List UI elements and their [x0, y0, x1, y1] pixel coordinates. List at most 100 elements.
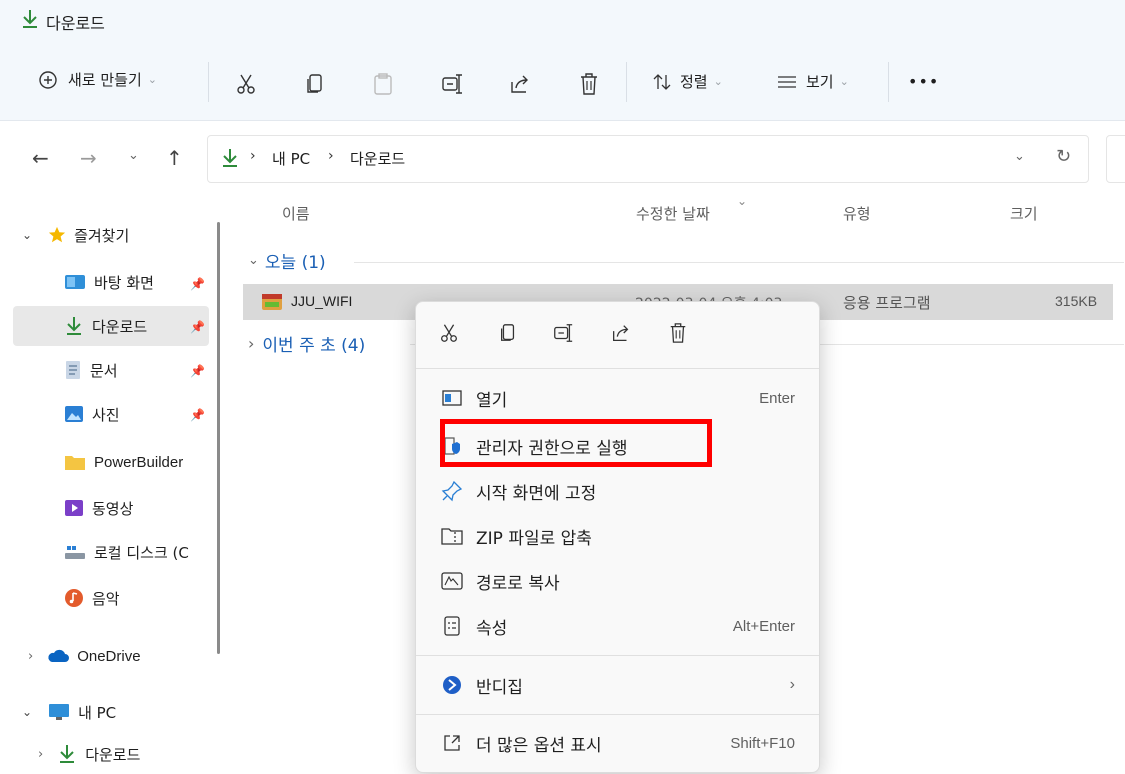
window-title: 다운로드 [46, 14, 105, 33]
cut-icon[interactable] [234, 72, 258, 96]
context-menu: 열기 Enter 관리자 권한으로 실행 시작 화면에 고정 ZIP 파일로 압… [415, 301, 820, 773]
breadcrumb-separator: › [250, 148, 256, 164]
up-arrow-icon[interactable]: ↑ [166, 146, 183, 170]
cloud-icon [47, 649, 70, 663]
view-button[interactable]: 보기 ⌄ [776, 71, 849, 92]
menu-divider [416, 714, 819, 715]
sidebar-item-music[interactable]: 음악 [64, 578, 120, 618]
copy-icon[interactable] [304, 72, 326, 96]
column-header-name[interactable]: 이름 [282, 203, 310, 224]
share-icon[interactable] [610, 322, 632, 344]
music-icon [64, 588, 84, 608]
new-button[interactable]: 새로 만들기 ⌄ [38, 69, 157, 90]
menu-item-shortcut: Shift+F10 [730, 734, 795, 752]
pin-icon[interactable]: 📌 [190, 364, 205, 378]
menu-item-show-more-options[interactable]: 더 많은 옵션 표시 Shift+F10 [416, 720, 819, 766]
address-history-chevron-icon[interactable]: ⌄ [1014, 149, 1025, 164]
document-icon [64, 360, 82, 380]
breadcrumb-item-downloads[interactable]: 다운로드 [350, 148, 405, 169]
path-icon [440, 569, 464, 593]
sidebar-item-label: 동영상 [92, 499, 134, 518]
rename-icon[interactable] [440, 72, 464, 96]
paste-icon [372, 72, 394, 96]
menu-item-label: 속성 [476, 618, 508, 639]
command-bar: 새로 만들기 ⌄ 정렬 ⌄ 보기 ⌄ ••• [0, 44, 1125, 121]
forward-arrow-icon[interactable]: → [80, 146, 97, 170]
cut-icon[interactable] [438, 322, 460, 344]
sidebar-item-desktop[interactable]: 바탕 화면 [64, 262, 154, 302]
menu-item-label: 열기 [476, 390, 508, 411]
menu-item-label: ZIP 파일로 압축 [476, 528, 592, 549]
column-header-date[interactable]: 수정한 날짜 [636, 203, 710, 224]
group-header-this-week[interactable]: › 이번 주 초 (4) [248, 331, 365, 356]
menu-item-open[interactable]: 열기 Enter [416, 375, 819, 421]
download-icon [20, 8, 40, 30]
sidebar-mypc-label: 내 PC [78, 703, 117, 722]
video-icon [64, 499, 84, 517]
chevron-right-icon: › [789, 676, 795, 693]
menu-item-shortcut: Enter [759, 389, 795, 407]
sort-label: 정렬 [680, 73, 708, 91]
menu-item-properties[interactable]: 속성 Alt+Enter [416, 603, 819, 649]
drive-icon [64, 544, 86, 560]
sidebar-item-powerbuilder[interactable]: PowerBuilder [64, 442, 183, 482]
breadcrumb-item-mypc[interactable]: 내 PC [272, 148, 310, 169]
menu-item-label: 더 많은 옵션 표시 [476, 735, 602, 756]
chevron-down-icon: ⌄ [147, 73, 157, 86]
column-header-size[interactable]: 크기 [1010, 203, 1038, 224]
menu-divider [416, 655, 819, 656]
share-icon[interactable] [508, 72, 532, 96]
sidebar-mypc[interactable]: ⌄ 내 PC [22, 692, 116, 732]
sidebar-item-documents[interactable]: 문서 [64, 350, 118, 390]
new-button-label: 새로 만들기 [68, 71, 142, 89]
sidebar-item-label: 로컬 디스크 (C [94, 543, 189, 562]
recent-chevron-icon[interactable]: ⌄ [128, 148, 139, 163]
rename-icon[interactable] [552, 322, 574, 344]
group-header-today[interactable]: ⌄ 오늘 (1) [248, 248, 326, 273]
bandizip-icon [440, 673, 464, 697]
sidebar-mypc-downloads[interactable]: › 다운로드 [38, 734, 140, 774]
menu-item-copy-as-path[interactable]: 경로로 복사 [416, 558, 819, 604]
more-options-button[interactable]: ••• [908, 72, 939, 91]
sidebar-item-local-disk[interactable]: 로컬 디스크 (C [64, 532, 189, 572]
sort-arrows-icon [652, 72, 672, 92]
pin-icon[interactable]: 📌 [190, 408, 205, 422]
breadcrumb-separator: › [328, 148, 334, 164]
menu-item-pin-to-start[interactable]: 시작 화면에 고정 [416, 468, 819, 514]
file-size: 315KB [1055, 293, 1098, 309]
pictures-icon [64, 405, 84, 423]
chevron-down-icon: ⌄ [248, 253, 259, 268]
pin-icon [440, 479, 464, 503]
address-bar[interactable]: › 내 PC › 다운로드 ⌄ ↻ [207, 135, 1089, 183]
sidebar-scrollbar[interactable] [217, 222, 220, 654]
sidebar-item-label: 문서 [90, 361, 118, 380]
toolbar-divider [208, 62, 209, 102]
annotation-highlight-box [440, 419, 712, 467]
menu-item-bandizip[interactable]: 반디집 › [416, 662, 819, 708]
chevron-down-icon: ⌄ [22, 705, 33, 719]
star-icon [48, 226, 66, 244]
delete-icon[interactable] [578, 72, 600, 96]
sidebar-favorites[interactable]: ⌄ 즐겨찾기 [22, 215, 129, 255]
download-icon [57, 743, 77, 765]
view-label: 보기 [806, 73, 834, 91]
refresh-icon[interactable]: ↻ [1056, 146, 1071, 167]
more-options-icon [440, 731, 464, 755]
sidebar-onedrive[interactable]: › OneDrive [28, 636, 141, 676]
back-arrow-icon[interactable]: ← [32, 146, 49, 170]
pin-icon[interactable]: 📌 [190, 277, 205, 291]
column-header-type[interactable]: 유형 [843, 203, 871, 224]
menu-item-shortcut: Alt+Enter [732, 617, 795, 635]
chevron-down-icon: ⌄ [839, 75, 849, 88]
list-view-icon [776, 73, 798, 91]
copy-icon[interactable] [498, 322, 518, 344]
sidebar-item-pictures[interactable]: 사진 [64, 394, 120, 434]
sidebar-item-downloads[interactable]: 다운로드 [64, 306, 147, 346]
sort-button[interactable]: 정렬 ⌄ [652, 71, 723, 92]
menu-item-label: 시작 화면에 고정 [476, 483, 597, 504]
delete-icon[interactable] [668, 322, 688, 344]
search-box[interactable] [1106, 135, 1125, 183]
menu-item-compress-zip[interactable]: ZIP 파일로 압축 [416, 513, 819, 559]
pin-icon[interactable]: 📌 [190, 320, 205, 334]
sidebar-item-videos[interactable]: 동영상 [64, 488, 133, 528]
